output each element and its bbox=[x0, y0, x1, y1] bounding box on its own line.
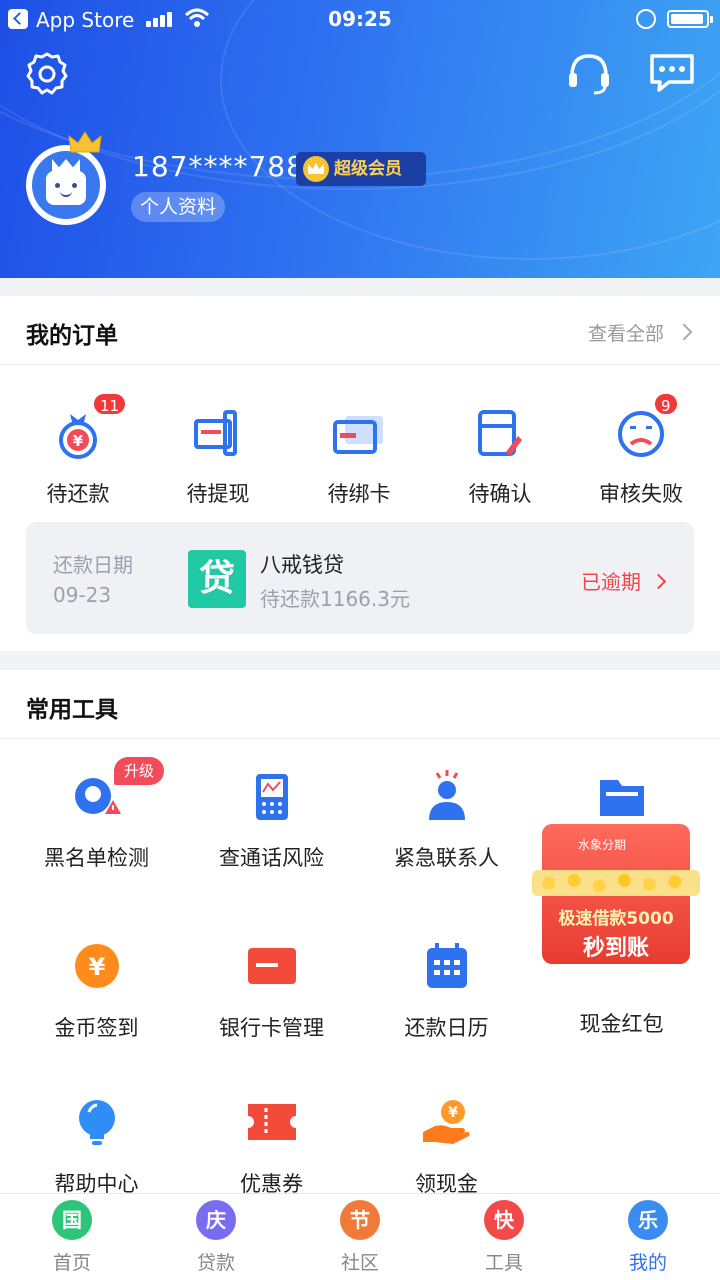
tab-community[interactable]: 节 社区 bbox=[288, 1200, 432, 1275]
order-pending-repay[interactable]: ¥ 待还款 bbox=[8, 408, 148, 508]
tool-repay-calendar[interactable]: 还款日历 bbox=[359, 940, 534, 1042]
promo-brand: 水象分期 bbox=[578, 838, 627, 852]
notification-count-badge: 9 bbox=[653, 392, 679, 416]
order-pending-confirm[interactable]: 待确认 bbox=[430, 408, 570, 508]
lender-name: 八戒钱贷 bbox=[260, 553, 344, 577]
repayment-date-label: 还款日期 bbox=[53, 553, 133, 577]
overdue-status[interactable]: 已逾期 bbox=[581, 566, 664, 595]
customer-service-headset-icon[interactable] bbox=[564, 48, 614, 98]
repayment-date: 09-23 bbox=[53, 583, 112, 607]
notification-count-badge: 11 bbox=[92, 392, 128, 416]
svg-text:¥: ¥ bbox=[73, 432, 84, 450]
order-pending-withdraw[interactable]: 待提现 bbox=[148, 408, 288, 508]
order-label: 待还款 bbox=[46, 482, 110, 506]
order-label: 待提现 bbox=[186, 482, 250, 506]
tool-label: 现金红包 bbox=[579, 1012, 664, 1036]
loan-promo-red-envelope[interactable]: 水象分期 极速借款5000 秒到账 bbox=[528, 812, 704, 988]
loans-tab-icon: 庆 bbox=[196, 1200, 236, 1240]
coin-checkin-icon: ¥ bbox=[74, 944, 119, 988]
tool-label: 黑名单检测 bbox=[44, 846, 149, 870]
header-decor bbox=[220, 0, 720, 260]
view-all-orders-link[interactable]: 查看全部 bbox=[588, 319, 690, 346]
tool-label: 紧急联系人 bbox=[394, 846, 499, 870]
tool-coin-checkin[interactable]: ¥ 金币签到 bbox=[9, 940, 184, 1042]
tool-blacklist-check[interactable]: 黑名单检测 bbox=[9, 770, 184, 872]
tool-label: 还款日历 bbox=[404, 1016, 489, 1040]
vip-badge[interactable]: 超级会员 bbox=[296, 152, 426, 186]
user-phone: 187****7881 bbox=[132, 150, 324, 183]
repayment-amount: 待还款1166.3元 bbox=[260, 587, 410, 611]
tools-tab-icon: 快 bbox=[484, 1200, 524, 1240]
calendar-icon bbox=[426, 943, 467, 988]
tool-bank-card[interactable]: 银行卡管理 bbox=[184, 940, 359, 1042]
clock: 09:25 bbox=[328, 7, 392, 31]
message-bubble-icon[interactable] bbox=[647, 48, 697, 98]
upgrade-badge: 升级 bbox=[114, 757, 164, 785]
tool-help-center[interactable]: 帮助中心 bbox=[9, 1096, 184, 1198]
tab-home[interactable]: 国 首页 bbox=[0, 1200, 144, 1275]
promo-headline: 极速借款5000 bbox=[558, 909, 674, 929]
promo-subline: 秒到账 bbox=[582, 936, 649, 961]
tab-label: 贷款 bbox=[196, 1252, 235, 1274]
lender-logo: 贷 bbox=[188, 550, 246, 608]
tool-call-risk[interactable]: 查通话风险 bbox=[184, 770, 359, 872]
tab-loans[interactable]: 庆 贷款 bbox=[144, 1200, 288, 1275]
tool-label: 金币签到 bbox=[54, 1016, 139, 1040]
tool-get-cash[interactable]: ¥ 领现金 bbox=[359, 1096, 534, 1198]
tab-label: 我的 bbox=[628, 1252, 667, 1274]
tab-tools[interactable]: 快 工具 bbox=[432, 1200, 576, 1275]
svg-text:¥: ¥ bbox=[88, 953, 105, 981]
vip-label: 超级会员 bbox=[334, 159, 402, 179]
order-pending-bind-card[interactable]: 待绑卡 bbox=[289, 408, 429, 508]
profile-header: App Store 09:25 187****7881 超级会员 个人资料 bbox=[0, 0, 720, 278]
status-bar: App Store 09:25 bbox=[0, 0, 720, 38]
tab-mine[interactable]: 乐 我的 bbox=[576, 1200, 720, 1275]
rotation-lock-icon bbox=[636, 9, 656, 29]
call-risk-icon bbox=[255, 774, 288, 820]
document-pen-icon bbox=[478, 410, 522, 456]
tab-label: 首页 bbox=[52, 1252, 91, 1274]
vip-crown-icon bbox=[303, 156, 329, 182]
lightbulb-icon bbox=[78, 1100, 115, 1145]
bottom-tab-bar: 国 首页 庆 贷款 节 社区 快 工具 乐 我的 bbox=[0, 1193, 720, 1280]
orders-title: 我的订单 bbox=[26, 323, 118, 349]
divider bbox=[0, 738, 720, 739]
battery-icon bbox=[667, 10, 713, 28]
coupon-icon bbox=[247, 1104, 296, 1140]
cash-hand-icon: ¥ bbox=[422, 1100, 470, 1144]
tool-emergency-contact[interactable]: 紧急联系人 bbox=[359, 770, 534, 872]
divider bbox=[0, 364, 720, 365]
emergency-contact-icon bbox=[428, 770, 465, 820]
avatar[interactable] bbox=[26, 145, 106, 225]
order-label: 待绑卡 bbox=[327, 482, 391, 506]
tab-label: 社区 bbox=[340, 1252, 379, 1274]
profile-button[interactable]: 个人资料 bbox=[131, 192, 226, 222]
card-icon bbox=[333, 416, 383, 454]
sad-face-icon bbox=[618, 411, 664, 457]
svg-text:¥: ¥ bbox=[448, 1105, 458, 1121]
tab-label: 工具 bbox=[484, 1252, 523, 1274]
order-label: 待确认 bbox=[468, 482, 532, 506]
order-review-failed[interactable]: 审核失败 bbox=[571, 408, 711, 508]
tool-label: 查通话风险 bbox=[219, 846, 324, 870]
coins-decor bbox=[532, 870, 700, 896]
bank-card-icon bbox=[247, 948, 296, 984]
order-label: 审核失败 bbox=[599, 482, 683, 506]
home-tab-icon: 国 bbox=[52, 1200, 92, 1240]
repayment-reminder-card[interactable]: 还款日期 09-23 贷 八戒钱贷 待还款1166.3元 已逾期 bbox=[26, 522, 694, 634]
tools-title: 常用工具 bbox=[26, 697, 118, 723]
community-tab-icon: 节 bbox=[340, 1200, 380, 1240]
money-bag-icon: ¥ bbox=[59, 414, 97, 459]
mine-tab-icon: 乐 bbox=[628, 1200, 668, 1240]
withdraw-icon bbox=[194, 410, 237, 456]
tool-coupons[interactable]: 优惠券 bbox=[184, 1096, 359, 1198]
crown-icon bbox=[68, 131, 102, 153]
settings-gear-icon[interactable] bbox=[22, 48, 72, 98]
tool-label: 银行卡管理 bbox=[219, 1016, 324, 1040]
